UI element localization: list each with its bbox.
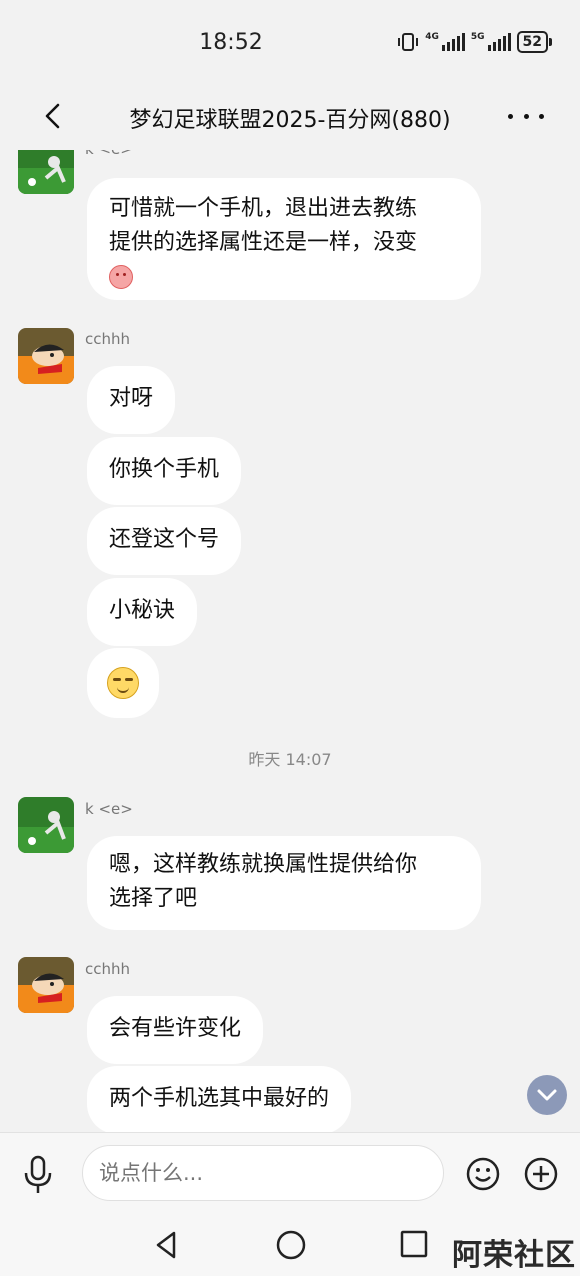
- watermark: 阿荣社区: [452, 1238, 576, 1273]
- cartoon-avatar-image: [18, 328, 74, 384]
- add-attachment-icon[interactable]: [524, 1157, 558, 1191]
- nav-back-icon[interactable]: [150, 1228, 184, 1262]
- message-text-line: 提供的选择属性还是一样，没变: [109, 230, 418, 255]
- message-text: 还登这个号: [109, 527, 220, 552]
- message-bubble[interactable]: 两个手机选其中最好的: [87, 1066, 352, 1132]
- signal-4g-icon: 4G: [425, 33, 465, 51]
- message-bubble[interactable]: 你换个手机: [87, 437, 242, 505]
- more-options-icon[interactable]: [508, 102, 544, 130]
- status-time: 18:52: [199, 30, 263, 55]
- status-icons: 4G 5G 52: [397, 31, 553, 53]
- message-text-line: 选择了吧: [109, 886, 198, 911]
- message-text-line: 嗯，这样教练就换属性提供给你: [109, 852, 418, 877]
- message-bubble[interactable]: 还登这个号: [87, 507, 242, 575]
- chat-header: 梦幻足球联盟2025-百分网(880): [0, 86, 580, 150]
- nav-home-icon[interactable]: [274, 1228, 308, 1262]
- sender-name-partial: k <e>: [85, 150, 133, 158]
- message-text: 会有些许变化: [109, 1016, 242, 1041]
- message-text: 你换个手机: [109, 457, 220, 482]
- microphone-icon[interactable]: [20, 1155, 56, 1195]
- message-bubble[interactable]: 嗯，这样教练就换属性提供给你 选择了吧: [87, 836, 481, 930]
- message-list[interactable]: k <e> 可惜就一个手机，退出进去教练 提供的选择属性还是一样，没变 cchh…: [0, 150, 580, 1132]
- back-arrow-icon[interactable]: [38, 100, 70, 132]
- message-bubble[interactable]: 可惜就一个手机，退出进去教练 提供的选择属性还是一样，没变: [87, 178, 481, 300]
- smile-emoji-icon: [107, 667, 139, 699]
- battery-indicator: 52: [516, 31, 553, 53]
- vibrate-icon: [398, 33, 419, 51]
- avatar-cartoon[interactable]: [18, 328, 74, 384]
- message-input[interactable]: [82, 1145, 444, 1201]
- message-timestamp: 昨天 14:07: [248, 750, 332, 769]
- soccer-avatar-image: [18, 797, 74, 853]
- message-text: 两个手机选其中最好的: [109, 1086, 330, 1111]
- sender-name: cchhh: [85, 960, 131, 978]
- input-bar: [0, 1132, 580, 1215]
- message-text-line: 可惜就一个手机，退出进去教练: [109, 196, 418, 221]
- sender-name: cchhh: [85, 330, 131, 348]
- chat-title: 梦幻足球联盟2025-百分网(880): [129, 108, 451, 133]
- message-bubble[interactable]: 会有些许变化: [87, 996, 264, 1064]
- chevron-down-icon: [537, 1089, 557, 1101]
- nav-recent-apps-icon[interactable]: [398, 1228, 430, 1260]
- avatar-soccer[interactable]: [18, 150, 74, 194]
- message-bubble[interactable]: [87, 648, 159, 718]
- message-bubble[interactable]: 小秘诀: [87, 578, 198, 646]
- avatar-soccer[interactable]: [18, 797, 74, 853]
- message-bubble[interactable]: 对呀: [87, 366, 176, 434]
- scroll-to-bottom-button[interactable]: [527, 1075, 567, 1115]
- system-navigation-bar: 阿荣社区: [0, 1214, 580, 1276]
- status-bar: 18:52 4G 5G 52: [0, 0, 580, 86]
- message-text: 小秘诀: [109, 598, 176, 623]
- avatar-cartoon[interactable]: [18, 957, 74, 1013]
- emoji-icon[interactable]: [466, 1157, 500, 1191]
- sad-emoji-icon: [109, 265, 133, 289]
- sender-name: k <e>: [85, 800, 133, 818]
- signal-5g-icon: 5G: [471, 33, 511, 51]
- soccer-avatar-image: [18, 150, 74, 194]
- message-text: 对呀: [109, 386, 154, 411]
- cartoon-avatar-image: [18, 957, 74, 1013]
